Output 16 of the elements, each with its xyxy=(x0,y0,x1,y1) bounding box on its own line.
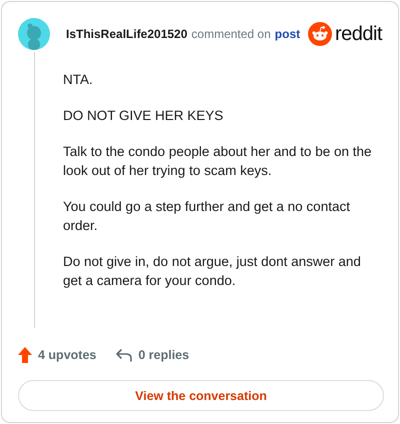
username[interactable]: IsThisRealLife201520 xyxy=(66,27,188,41)
upvote-count: 4 upvotes xyxy=(38,348,96,362)
post-link[interactable]: post xyxy=(274,27,300,41)
upvote-arrow-icon[interactable] xyxy=(18,347,32,363)
reply-arrow-icon[interactable] xyxy=(116,348,132,362)
comment-paragraph: NTA. xyxy=(63,71,94,89)
comment-paragraph: Talk to the condo people about her and to be on the look out of her trying to scam keys. xyxy=(63,143,372,180)
comment-paragraph: You could go a step further and get a no contact order. xyxy=(63,198,351,235)
action-text: commented on xyxy=(191,27,271,41)
comment-paragraph: Do not give in, do not argue, just dont answer and get a camera for your condo. xyxy=(63,253,362,290)
brand-wordmark: reddit xyxy=(334,22,382,46)
avatar-icon xyxy=(18,18,50,50)
reply-count: 0 replies xyxy=(138,348,190,362)
reddit-logo-icon xyxy=(308,22,332,46)
view-conversation-button[interactable]: View the conversation xyxy=(18,380,384,411)
comment-paragraph: DO NOT GIVE HER KEYS xyxy=(63,107,224,125)
